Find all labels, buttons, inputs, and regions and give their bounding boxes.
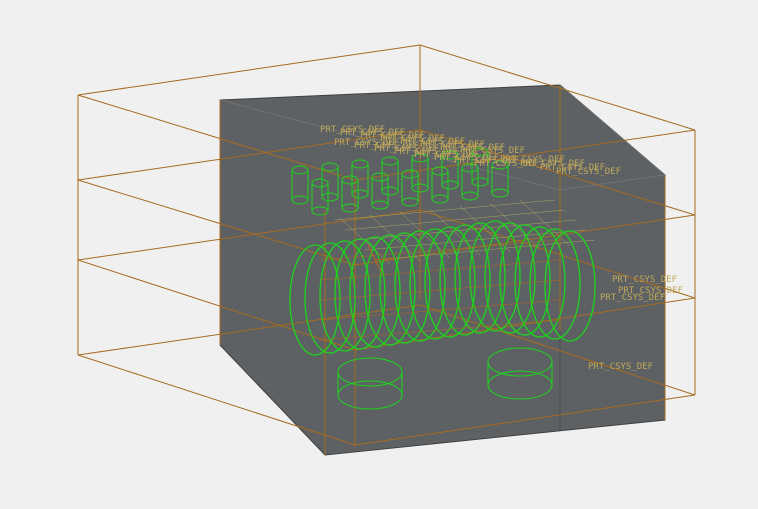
model-canvas[interactable] bbox=[0, 0, 758, 509]
cad-3d-viewport[interactable]: PRT_CSYS_DEF PRT_CSYS_DEF PRT_CSYS_DEF P… bbox=[0, 0, 758, 509]
